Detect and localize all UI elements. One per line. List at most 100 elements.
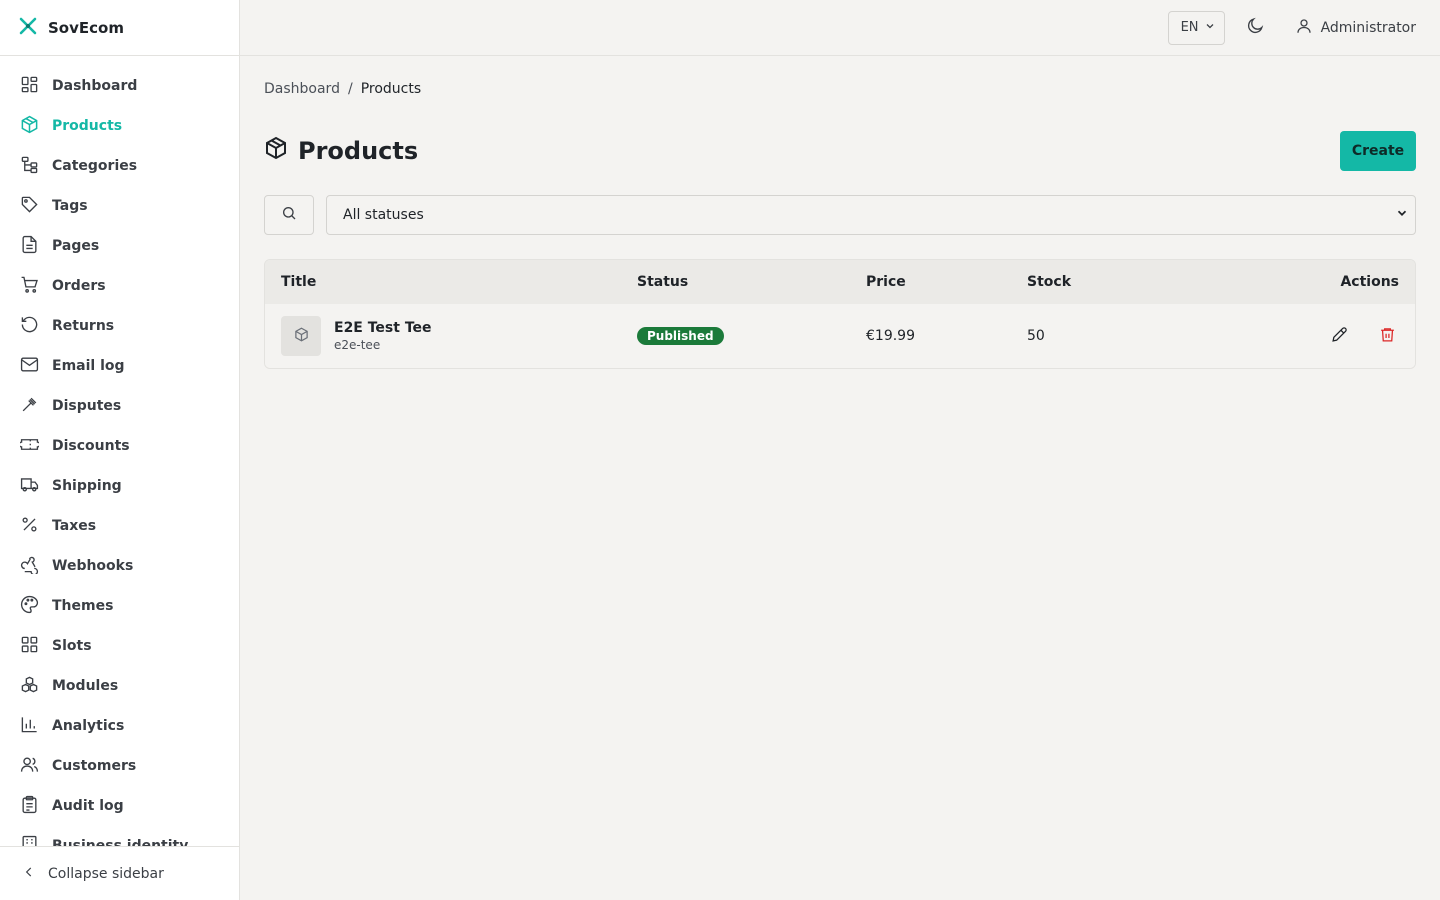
pencil-icon (1331, 326, 1348, 347)
moon-icon (1246, 16, 1265, 39)
sidebar-item-label: Slots (52, 638, 92, 654)
trash-icon (1379, 326, 1396, 347)
sidebar-item-business-identity[interactable]: Business identity (0, 826, 239, 846)
user-name: Administrator (1320, 19, 1416, 36)
sidebar-item-returns[interactable]: Returns (0, 306, 239, 346)
sidebar-item-label: Returns (52, 318, 115, 334)
sidebar-nav: Dashboard Products Categories Tags Pages… (0, 66, 239, 846)
sidebar-item-categories[interactable]: Categories (0, 146, 239, 186)
breadcrumb-current: Products (360, 81, 422, 97)
status-filter-value: All statuses (343, 207, 424, 223)
user-menu[interactable]: Administrator (1295, 17, 1416, 39)
collapse-sidebar-button[interactable]: Collapse sidebar (0, 846, 239, 900)
sidebar-item-label: Email log (52, 358, 125, 374)
sidebar-item-label: Categories (52, 158, 138, 174)
search-button[interactable] (264, 195, 314, 235)
product-slug: e2e-tee (334, 338, 381, 352)
language-value: EN (1180, 20, 1199, 35)
sidebar-item-orders[interactable]: Orders (0, 266, 239, 306)
truck-icon (20, 475, 39, 498)
sidebar-item-audit-log[interactable]: Audit log (0, 786, 239, 826)
page-title: Products (264, 136, 418, 166)
sidebar-item-label: Discounts (52, 438, 130, 454)
sidebar-item-disputes[interactable]: Disputes (0, 386, 239, 426)
sidebar-item-label: Dashboard (52, 78, 138, 94)
chevron-left-icon (22, 865, 36, 883)
chart-icon (20, 715, 39, 738)
sidebar-item-taxes[interactable]: Taxes (0, 506, 239, 546)
sidebar-item-label: Disputes (52, 398, 122, 414)
language-select[interactable]: EN (1167, 10, 1225, 45)
sidebar-item-tags[interactable]: Tags (0, 186, 239, 226)
sidebar-item-dashboard[interactable]: Dashboard (0, 66, 239, 106)
sidebar-item-products[interactable]: Products (0, 106, 239, 146)
main-content: Dashboard / Products Products Create All… (264, 56, 1416, 369)
table-header: Title Status Price Stock Actions (265, 260, 1415, 304)
gavel-icon (20, 395, 39, 418)
sidebar-item-customers[interactable]: Customers (0, 746, 239, 786)
search-icon (281, 205, 297, 225)
users-icon (20, 755, 39, 778)
cart-icon (20, 275, 39, 298)
sidebar-item-label: Taxes (52, 518, 97, 534)
cell-price: €19.99 (866, 328, 915, 344)
sidebar-item-label: Audit log (52, 798, 124, 814)
sidebar-item-modules[interactable]: Modules (0, 666, 239, 706)
page-icon (20, 235, 39, 258)
sidebar-item-label: Tags (52, 198, 88, 214)
logo-icon (18, 16, 38, 40)
palette-icon (20, 595, 39, 618)
product-name[interactable]: E2E Test Tee (334, 320, 432, 336)
breadcrumb: Dashboard / Products (264, 81, 1416, 97)
ticket-icon (18, 435, 41, 458)
title-row: Products Create (264, 131, 1416, 171)
returns-icon (20, 315, 39, 338)
sidebar-item-themes[interactable]: Themes (0, 586, 239, 626)
header-status[interactable]: Status (637, 274, 866, 290)
cell-stock: 50 (1027, 328, 1045, 344)
brand[interactable]: SovEcom (0, 0, 239, 56)
user-icon (1295, 17, 1313, 39)
package-icon (294, 327, 309, 346)
sidebar-item-slots[interactable]: Slots (0, 626, 239, 666)
mail-icon (20, 355, 39, 378)
sidebar-item-label: Orders (52, 278, 106, 294)
sidebar-item-shipping[interactable]: Shipping (0, 466, 239, 506)
dashboard-icon (20, 75, 39, 98)
percent-icon (20, 515, 39, 538)
breadcrumb-separator: / (347, 81, 353, 97)
sidebar-item-email-log[interactable]: Email log (0, 346, 239, 386)
categories-icon (20, 155, 39, 178)
sidebar-item-webhooks[interactable]: Webhooks (0, 546, 239, 586)
brand-name: SovEcom (48, 18, 124, 37)
create-button[interactable]: Create (1340, 131, 1416, 171)
sidebar-item-analytics[interactable]: Analytics (0, 706, 239, 746)
cell-actions (1227, 324, 1415, 348)
chevron-down-icon (1395, 206, 1409, 224)
webhook-icon (20, 555, 39, 578)
chevron-down-icon (1204, 20, 1216, 36)
package-icon (20, 115, 39, 138)
products-table: Title Status Price Stock Actions E2E Tes… (264, 259, 1416, 369)
header-title[interactable]: Title (265, 274, 637, 290)
sidebar-item-discounts[interactable]: Discounts (0, 426, 239, 466)
status-badge: Published (637, 327, 724, 345)
header-stock[interactable]: Stock (1027, 274, 1227, 290)
breadcrumb-dashboard[interactable]: Dashboard (264, 81, 340, 97)
slots-icon (20, 635, 39, 658)
filter-row: All statuses (264, 195, 1416, 235)
table-row[interactable]: E2E Test Tee e2e-tee Published €19.99 50 (265, 304, 1415, 368)
tag-icon (20, 195, 39, 218)
page-title-text: Products (298, 137, 419, 165)
sidebar-item-pages[interactable]: Pages (0, 226, 239, 266)
sidebar: SovEcom Dashboard Products Categories Ta… (0, 0, 240, 900)
header-price[interactable]: Price (866, 274, 1027, 290)
package-icon (264, 136, 288, 166)
sidebar-item-label: Shipping (52, 478, 122, 494)
status-filter-select[interactable]: All statuses (326, 195, 1416, 235)
delete-button[interactable] (1375, 324, 1399, 348)
theme-toggle-button[interactable] (1239, 11, 1273, 45)
sidebar-item-label: Customers (52, 758, 137, 774)
edit-button[interactable] (1327, 324, 1351, 348)
cell-status: Published (637, 327, 866, 345)
